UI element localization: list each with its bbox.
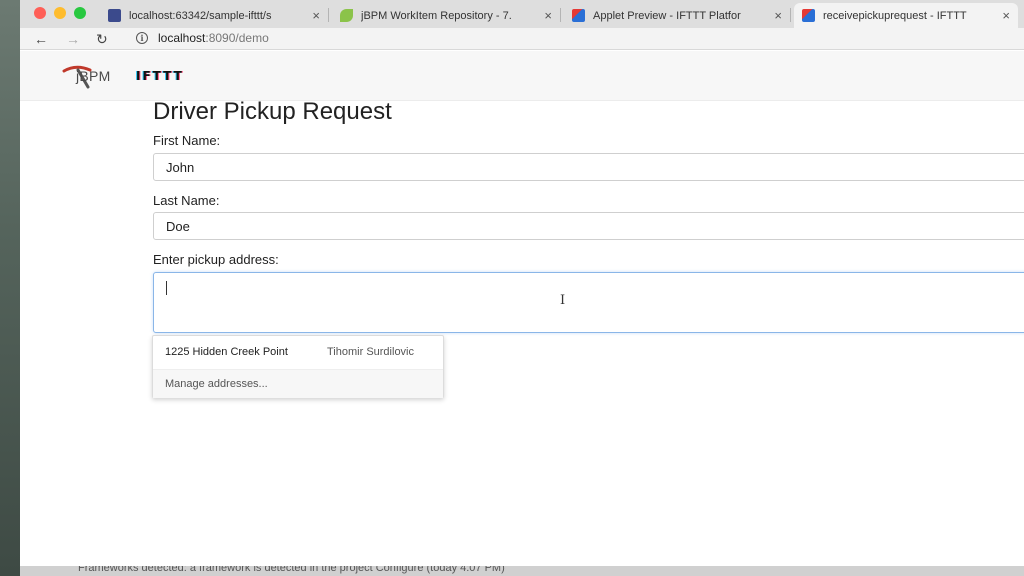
url-host: localhost — [158, 31, 206, 45]
tab-close-icon[interactable]: × — [1002, 8, 1010, 23]
last-name-field[interactable] — [153, 212, 1024, 240]
suggestion-address: 1225 Hidden Creek Point — [165, 346, 288, 358]
manage-addresses-link[interactable]: Manage addresses... — [153, 370, 443, 398]
first-name-field[interactable] — [153, 153, 1024, 181]
autocomplete-suggestion[interactable]: 1225 Hidden Creek Point Tihomir Surdilov… — [153, 336, 443, 370]
ifttt-logo: IFTTT — [136, 69, 184, 83]
ifttt-favicon-icon — [572, 9, 585, 22]
tab-separator — [560, 8, 561, 22]
info-icon[interactable]: i — [136, 32, 148, 44]
tab-title: localhost:63342/sample-ifttt/s — [129, 9, 272, 22]
desktop-background — [0, 0, 22, 576]
tab-close-icon[interactable]: × — [312, 8, 320, 23]
jbpm-label: jBPM — [76, 68, 111, 84]
ide-status-bar: Frameworks detected: a framework is dete… — [20, 566, 1024, 576]
tab-bar: localhost:63342/sample-ifttt/s × jBPM Wo… — [20, 0, 1024, 28]
ide-status-text: Frameworks detected: a framework is dete… — [78, 566, 505, 574]
tab-localhost-sample[interactable]: localhost:63342/sample-ifttt/s × — [100, 3, 328, 28]
pickup-address-label: Enter pickup address: — [153, 252, 279, 267]
last-name-label: Last Name: — [153, 193, 220, 208]
suggestion-name: Tihomir Surdilovic — [327, 346, 415, 358]
page-header: jBPM IFTTT — [20, 51, 1024, 101]
tab-close-icon[interactable]: × — [544, 8, 552, 23]
tab-separator — [790, 8, 791, 22]
url-path: :8090/demo — [205, 31, 269, 45]
forward-arrow-icon[interactable]: → — [66, 30, 80, 48]
tab-jbpm-workitem[interactable]: jBPM WorkItem Repository - 7. × — [332, 3, 560, 28]
leaf-favicon-icon — [340, 9, 353, 22]
autocomplete-dropdown: 1225 Hidden Creek Point Tihomir Surdilov… — [152, 335, 444, 398]
localhost-favicon-icon — [108, 9, 121, 22]
address-bar: ← → ↻ i localhost:8090/demo — [20, 28, 1024, 50]
first-name-label: First Name: — [153, 133, 221, 148]
pickup-address-field[interactable]: I — [153, 272, 1024, 333]
back-arrow-icon[interactable]: ← — [34, 30, 48, 48]
tab-title: jBPM WorkItem Repository - 7. — [361, 9, 512, 22]
close-window-button[interactable] — [34, 7, 46, 19]
tab-title: Applet Preview - IFTTT Platfor — [593, 9, 741, 22]
tab-close-icon[interactable]: × — [774, 8, 782, 23]
tab-applet-preview[interactable]: Applet Preview - IFTTT Platfor × — [564, 3, 790, 28]
reload-icon[interactable]: ↻ — [96, 30, 108, 48]
ibeam-cursor-icon: I — [560, 293, 566, 308]
tab-receivepickuprequest[interactable]: receivepickuprequest - IFTTT × — [794, 3, 1018, 28]
maximize-window-button[interactable] — [74, 7, 86, 19]
browser-window: localhost:63342/sample-ifttt/s × jBPM Wo… — [20, 0, 1024, 566]
tab-separator — [328, 8, 329, 22]
ifttt-favicon-icon — [802, 9, 815, 22]
url-field[interactable]: localhost:8090/demo — [158, 31, 269, 45]
minimize-window-button[interactable] — [54, 7, 66, 19]
text-caret — [166, 281, 167, 295]
tab-title: receivepickuprequest - IFTTT — [823, 9, 967, 22]
page-title: Driver Pickup Request — [153, 98, 392, 125]
